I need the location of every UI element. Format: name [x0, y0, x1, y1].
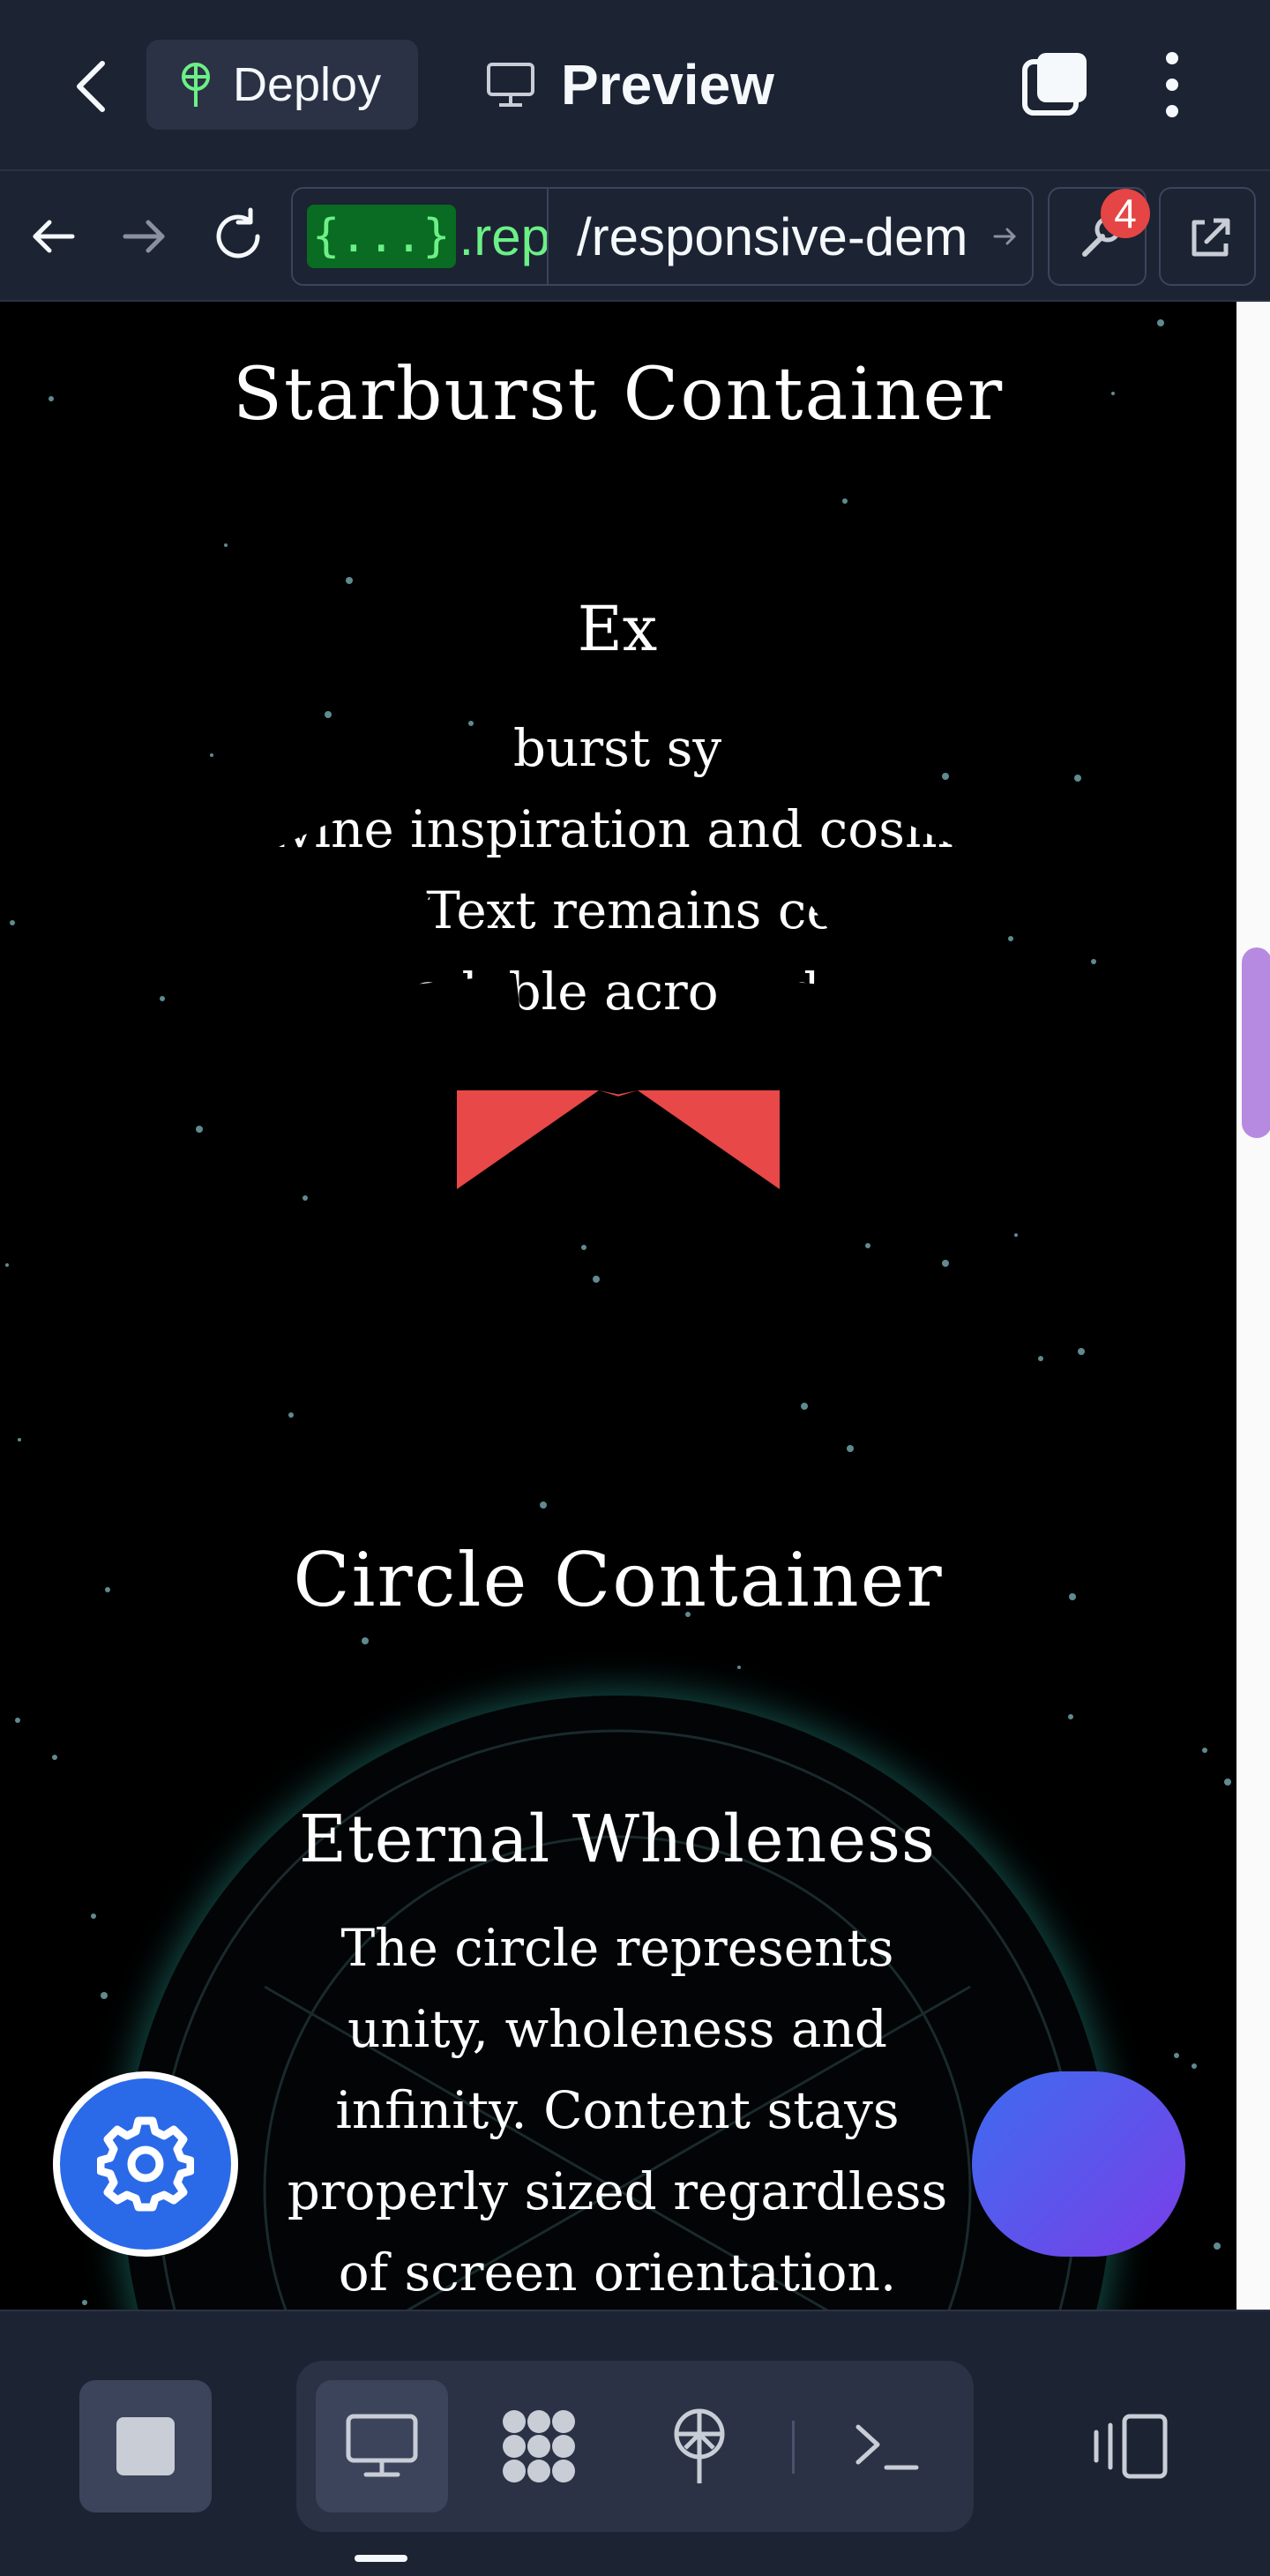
monitor-icon — [487, 63, 534, 107]
stop-button[interactable] — [79, 2380, 212, 2512]
chevron-left-icon — [77, 61, 105, 112]
url-bar[interactable]: {...} .replit /responsive-dem — [291, 187, 1034, 286]
nav-forward-button[interactable] — [111, 203, 178, 270]
deployments-tab[interactable] — [633, 2380, 766, 2512]
devices-icon — [1094, 2414, 1168, 2479]
more-menu-button[interactable] — [1143, 49, 1201, 120]
arrow-left-icon — [33, 220, 75, 253]
arrow-right-icon — [123, 220, 165, 253]
gear-icon — [97, 2116, 194, 2212]
circle-container: Eternal Wholeness The circle represents … — [123, 1696, 1111, 2310]
reload-icon — [216, 207, 260, 258]
open-external-button[interactable] — [1159, 187, 1256, 286]
settings-fab[interactable] — [53, 2071, 238, 2257]
external-link-icon — [1192, 218, 1230, 257]
starburst-heading: Starburst Container — [232, 353, 1005, 437]
shell-tab[interactable] — [820, 2380, 952, 2512]
tabs-icon — [1022, 53, 1087, 116]
workflows-icon — [503, 2410, 575, 2482]
devices-button[interactable] — [1064, 2380, 1196, 2512]
deploy-label: Deploy — [233, 58, 382, 111]
preview-viewport[interactable]: Starburst Container Ex burst sy divine i… — [0, 302, 1236, 2310]
url-host: {...} .replit — [293, 189, 549, 284]
arrow-right-icon — [993, 228, 1016, 245]
webview-tab[interactable] — [316, 2380, 448, 2512]
scrollbar-track[interactable] — [1236, 302, 1270, 2310]
home-indicator — [355, 2555, 407, 2562]
url-go-button[interactable] — [979, 189, 1032, 284]
circle-text: The circle represents unity, wholeness a… — [287, 1918, 948, 2303]
url-host-badge: {...} — [307, 205, 456, 268]
workflows-tab[interactable] — [473, 2380, 605, 2512]
reload-button[interactable] — [205, 203, 272, 270]
circle-title: Eternal Wholeness — [298, 1801, 937, 1877]
circle-heading: Circle Container — [293, 1537, 944, 1623]
preview-tab[interactable]: Preview — [485, 40, 774, 130]
back-button[interactable] — [64, 53, 120, 120]
url-host-text: .replit — [459, 206, 549, 266]
terminal-icon — [855, 2424, 919, 2470]
tabs-button[interactable] — [1020, 49, 1090, 120]
circle-content: Eternal Wholeness The circle represents … — [282, 1801, 952, 2310]
deploy-icon — [182, 63, 210, 107]
monitor-icon — [346, 2414, 418, 2477]
preview-label: Preview — [561, 53, 774, 116]
scrollbar-thumb[interactable] — [1242, 947, 1270, 1138]
toolbar-divider — [792, 2421, 795, 2474]
url-path[interactable]: /responsive-dem — [557, 189, 981, 284]
deploy-icon — [674, 2408, 725, 2483]
nav-back-button[interactable] — [19, 203, 86, 270]
issues-badge: 4 — [1101, 189, 1150, 238]
top-app-bar: Deploy Preview — [0, 0, 1270, 171]
stop-icon — [116, 2417, 175, 2475]
deploy-button[interactable]: Deploy — [146, 40, 418, 130]
assistant-fab[interactable] — [972, 2071, 1185, 2257]
kebab-icon — [1166, 52, 1178, 117]
